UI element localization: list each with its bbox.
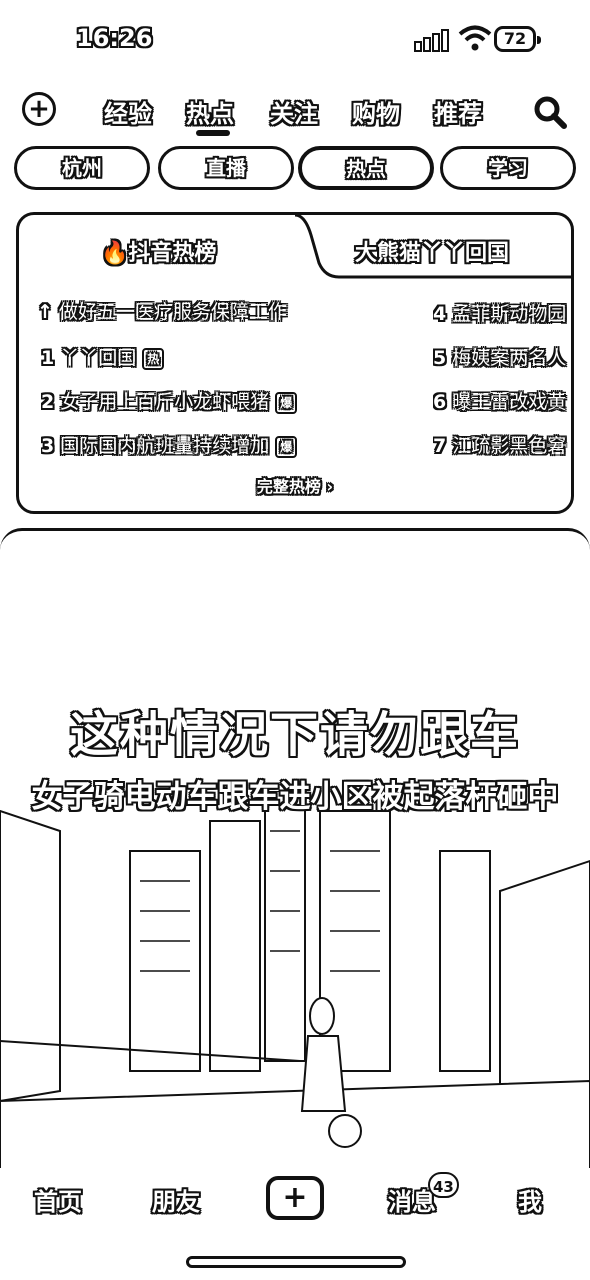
chip-label: 杭州 bbox=[62, 156, 102, 180]
battery-indicator: 72 bbox=[494, 26, 541, 52]
rank-number: 2 bbox=[41, 391, 55, 413]
rank-number: 1 bbox=[41, 347, 55, 369]
hot-item-text: 梅姨案两名人 bbox=[452, 347, 567, 369]
video-frame-street-scene bbox=[0, 791, 590, 1168]
chip-label: 热点 bbox=[346, 157, 386, 181]
rank-number: 6 bbox=[433, 391, 447, 413]
rank-number: 3 bbox=[41, 435, 55, 457]
rank-number: 5 bbox=[433, 347, 447, 369]
hot-item-4[interactable]: 4 孟菲斯动物园 bbox=[433, 299, 571, 326]
search-icon[interactable] bbox=[532, 94, 568, 130]
category-chips: 杭州 直播 热点 学习 bbox=[0, 146, 590, 192]
tab-panda-topic[interactable]: 大熊猫丫丫回国 bbox=[355, 235, 509, 267]
nav-me[interactable]: 我 bbox=[518, 1182, 542, 1217]
hot-item-text: 江疏影黑色窘 bbox=[452, 435, 567, 457]
explosive-badge: 爆 bbox=[275, 391, 298, 414]
create-button[interactable]: + bbox=[266, 1176, 324, 1220]
hot-item-1[interactable]: 1 丫丫回国热 bbox=[41, 343, 331, 370]
hot-item-text: 国际国内航班量持续增加 bbox=[60, 435, 270, 457]
top-nav: + 经验 热点 关注 购物 推荐 bbox=[0, 88, 590, 136]
video-caption-title: 这种情况下请勿跟车 bbox=[69, 707, 520, 763]
chip-label: 学习 bbox=[488, 156, 528, 180]
tab-recommend[interactable]: 推荐 bbox=[434, 94, 482, 129]
video-player[interactable]: 这种情况下请勿跟车 女子骑电动车跟车进小区被起落杆砸中 bbox=[0, 528, 590, 1168]
rank-number: 7 bbox=[433, 435, 447, 457]
hot-item-text: 丫丫回国 bbox=[60, 347, 137, 369]
explosive-badge: 爆 bbox=[275, 435, 298, 458]
nav-home[interactable]: 首页 bbox=[34, 1182, 82, 1217]
hot-item-3[interactable]: 3 国际国内航班量持续增加爆 bbox=[41, 431, 331, 458]
pin-icon: ↑ bbox=[37, 301, 53, 323]
tab-label: 抖音热榜 bbox=[128, 241, 217, 266]
hot-item-6[interactable]: 6 曝王雷改戏黄 bbox=[433, 387, 571, 414]
tab-douyin-hot-list[interactable]: 🔥抖音热榜 bbox=[101, 235, 216, 267]
hot-item-7[interactable]: 7 江疏影黑色窘 bbox=[433, 431, 571, 458]
hot-item-2[interactable]: 2 女子用上百斤小龙虾喂猪爆 bbox=[41, 387, 331, 414]
plus-icon: + bbox=[282, 1180, 308, 1215]
hot-item-text: 做好五一医疗服务保障工作 bbox=[58, 301, 287, 323]
hot-item-text: 曝王雷改戏黄 bbox=[452, 391, 567, 413]
chevron-right-icon: › bbox=[326, 477, 334, 496]
hot-item-text: 孟菲斯动物园 bbox=[452, 303, 567, 325]
chip-study[interactable]: 学习 bbox=[440, 146, 576, 190]
tab-following[interactable]: 关注 bbox=[270, 94, 318, 129]
bottom-nav: 首页 朋友 + 消息 43 我 bbox=[0, 1168, 590, 1280]
full-list-label: 完整热榜 bbox=[256, 477, 321, 496]
tab-experience[interactable]: 经验 bbox=[104, 94, 152, 129]
tab-shopping[interactable]: 购物 bbox=[352, 94, 400, 129]
active-tab-indicator bbox=[196, 130, 230, 136]
chip-hot[interactable]: 热点 bbox=[298, 146, 434, 190]
hot-badge: 热 bbox=[142, 347, 165, 370]
hot-item-pinned[interactable]: ↑ 做好五一医疗服务保障工作 bbox=[37, 297, 327, 324]
cellular-signal-icon bbox=[414, 29, 449, 52]
home-indicator[interactable] bbox=[186, 1256, 406, 1268]
hot-item-text: 女子用上百斤小龙虾喂猪 bbox=[60, 391, 270, 413]
flame-icon: 🔥 bbox=[101, 241, 129, 266]
tab-hot[interactable]: 热点 bbox=[186, 94, 234, 129]
nav-friends[interactable]: 朋友 bbox=[152, 1182, 200, 1217]
rank-number: 4 bbox=[433, 303, 447, 325]
hot-list-card: 🔥抖音热榜 大熊猫丫丫回国 ↑ 做好五一医疗服务保障工作 1 丫丫回国热 2 女子用上… bbox=[16, 212, 574, 514]
status-bar: 16:26 72 bbox=[0, 0, 590, 80]
chip-live[interactable]: 直播 bbox=[158, 146, 294, 190]
video-caption-subtitle: 女子骑电动车跟车进小区被起落杆砸中 bbox=[31, 779, 559, 815]
status-time: 16:26 bbox=[76, 24, 153, 52]
messages-badge: 43 bbox=[428, 1172, 459, 1198]
chip-hangzhou[interactable]: 杭州 bbox=[14, 146, 150, 190]
wifi-icon bbox=[458, 25, 492, 51]
full-hot-list-link[interactable]: 完整热榜 › bbox=[19, 473, 571, 497]
add-icon[interactable]: + bbox=[22, 92, 56, 126]
hot-item-5[interactable]: 5 梅姨案两名人 bbox=[433, 343, 571, 370]
chip-label: 直播 bbox=[206, 156, 246, 180]
